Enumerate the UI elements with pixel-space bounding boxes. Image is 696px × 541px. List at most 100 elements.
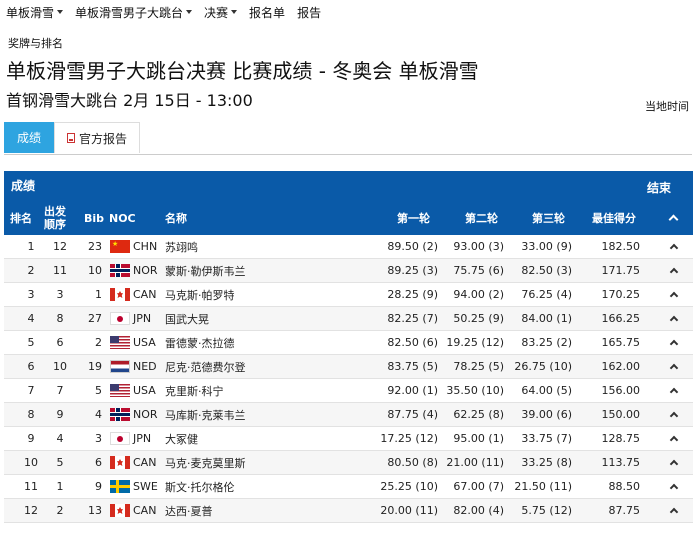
row-expand-button[interactable] <box>668 307 680 330</box>
tab-official-report[interactable]: 官方报告 <box>54 122 140 153</box>
table-row[interactable]: 7 7 5 USA 克里斯·科宁 92.00 (1) 35.50 (10) 64.00 (5)… <box>4 379 693 403</box>
athlete-name[interactable]: 克里斯·科宁 <box>165 379 295 402</box>
row-expand-button[interactable] <box>668 259 680 282</box>
nav-event-dropdown[interactable]: 单板滑雪男子大跳台 <box>75 4 193 20</box>
table-row[interactable]: 5 6 2 USA 雷德蒙·杰拉德 82.50 (6) 19.25 (12) 83.25 (2… <box>4 331 693 355</box>
best-score: 87.75 <box>608 504 641 517</box>
athlete-name[interactable]: 蒙斯·勒伊斯韦兰 <box>165 259 295 282</box>
event-subtitle: 首钢滑雪大跳台 2月 15日 - 13:00 <box>6 91 253 110</box>
athlete-name[interactable]: 马克·麦克莫里斯 <box>165 451 295 474</box>
table-row[interactable]: 3 3 1 CAN 马克斯·帕罗特 28.25 (9) 94.00 (2) 76.25 (4)… <box>4 283 693 307</box>
table-row[interactable]: 10 5 6 CAN 马克·麦克莫里斯 80.50 (8) 21.00 (11) 33.25 … <box>4 451 693 475</box>
tab-bar: 成绩 官方报告 <box>4 122 692 155</box>
flag-nor-icon <box>110 264 130 277</box>
best-score: 156.00 <box>601 384 641 397</box>
run3-score: 5.75 (12) <box>521 504 572 517</box>
noc-cell: JPN <box>133 312 152 325</box>
medals-ranking-link[interactable]: 奖牌与排名 <box>8 35 63 51</box>
flag-can-icon <box>110 456 130 469</box>
noc-cell: CAN <box>133 288 157 301</box>
col-run3[interactable]: 第三轮 <box>532 201 565 235</box>
row-expand-button[interactable] <box>668 379 680 402</box>
results-table: 成绩 结束 排名 出发 顺序 Bib NOC 名称 第一轮 第二轮 第三轮 最佳… <box>4 171 693 523</box>
nav-phase-dropdown[interactable]: 决赛 <box>204 4 238 20</box>
col-bib[interactable]: Bib <box>84 201 104 235</box>
bib-cell: 2 <box>95 336 102 349</box>
athlete-name[interactable]: 马库斯·克莱韦兰 <box>165 403 295 426</box>
best-score: 128.75 <box>601 432 641 445</box>
table-row[interactable]: 6 10 19 NED 尼克·范德费尔登 83.75 (5) 78.25 (5) 26.75 … <box>4 355 693 379</box>
chevron-up-icon <box>669 435 679 445</box>
row-expand-button[interactable] <box>668 331 680 354</box>
nav-entries-link[interactable]: 报名单 <box>249 4 285 20</box>
noc-cell: USA <box>133 336 156 349</box>
row-expand-button[interactable] <box>668 403 680 426</box>
rank-cell: 2 <box>27 264 35 277</box>
noc-cell: USA <box>133 384 156 397</box>
flag-cell <box>110 331 130 354</box>
rank-cell: 12 <box>24 504 38 517</box>
row-expand-button[interactable] <box>668 235 680 258</box>
noc-cell: NOR <box>133 264 158 277</box>
col-rank[interactable]: 排名 <box>10 201 32 235</box>
start-order-cell: 12 <box>53 240 67 253</box>
row-expand-button[interactable] <box>668 355 680 378</box>
flag-cell <box>110 379 130 402</box>
top-nav: 单板滑雪 单板滑雪男子大跳台 决赛 报名单 报告 <box>6 4 321 20</box>
chevron-up-icon <box>669 243 679 253</box>
flag-jpn-icon <box>110 312 130 325</box>
row-expand-button[interactable] <box>668 499 680 522</box>
caret-down-icon <box>231 10 238 14</box>
table-row[interactable]: 12 2 13 CAN 达西·夏普 20.00 (11) 82.00 (4) 5.75 (12… <box>4 499 693 523</box>
caret-down-icon <box>186 10 193 14</box>
athlete-name[interactable]: 大冢健 <box>165 427 295 450</box>
athlete-name[interactable]: 尼克·范德费尔登 <box>165 355 295 378</box>
athlete-name[interactable]: 苏翊鸣 <box>165 235 295 258</box>
col-run1[interactable]: 第一轮 <box>397 201 430 235</box>
chevron-up-icon <box>669 363 679 373</box>
flag-cell <box>110 499 130 522</box>
run3-score: 82.50 (3) <box>521 264 572 277</box>
flag-can-icon <box>110 504 130 517</box>
row-expand-button[interactable] <box>668 283 680 306</box>
col-start-order[interactable]: 出发 顺序 <box>44 201 66 235</box>
best-score: 171.75 <box>601 264 641 277</box>
row-expand-button[interactable] <box>668 475 680 498</box>
athlete-name[interactable]: 达西·夏普 <box>165 499 295 522</box>
table-row[interactable]: 2 11 10 NOR 蒙斯·勒伊斯韦兰 89.25 (3) 75.75 (6) 82.50 … <box>4 259 693 283</box>
table-row[interactable]: 9 4 3 JPN 大冢健 17.25 (12) 95.00 (1) 33.75 (7) 128… <box>4 427 693 451</box>
chevron-up-icon <box>669 291 679 301</box>
athlete-name[interactable]: 斯文·托尔格伦 <box>165 475 295 498</box>
row-expand-button[interactable] <box>668 427 680 450</box>
athlete-name[interactable]: 雷德蒙·杰拉德 <box>165 331 295 354</box>
collapse-all-button[interactable] <box>668 201 680 235</box>
best-score: 166.25 <box>601 312 641 325</box>
row-expand-button[interactable] <box>668 451 680 474</box>
run3-score: 33.75 (7) <box>521 432 572 445</box>
col-noc[interactable]: NOC <box>109 201 136 235</box>
best-score: 165.75 <box>601 336 641 349</box>
run3-score: 83.25 (2) <box>521 336 572 349</box>
nav-sport-dropdown[interactable]: 单板滑雪 <box>6 4 64 20</box>
chevron-up-icon <box>669 315 679 325</box>
flag-can-icon <box>110 288 130 301</box>
athlete-name[interactable]: 国武大晃 <box>165 307 295 330</box>
tab-results[interactable]: 成绩 <box>4 122 54 153</box>
flag-chn-icon <box>110 240 130 253</box>
table-row[interactable]: 8 9 4 NOR 马库斯·克莱韦兰 87.75 (4) 62.25 (8) 39.00 (6… <box>4 403 693 427</box>
start-order-cell: 3 <box>56 288 64 301</box>
athlete-name[interactable]: 马克斯·帕罗特 <box>165 283 295 306</box>
bib-cell: 1 <box>95 288 102 301</box>
col-run2[interactable]: 第二轮 <box>465 201 498 235</box>
nav-reports-link[interactable]: 报告 <box>297 4 321 20</box>
flag-nor-icon <box>110 408 130 421</box>
table-row[interactable]: 11223CHN苏翊鸣89.50 (2)93.00 (3)33.00 (9)18… <box>4 235 693 259</box>
table-row[interactable]: 11 1 9 SWE 斯文·托尔格伦 25.25 (10) 67.00 (7) 21.50 (… <box>4 475 693 499</box>
bib-cell: 27 <box>88 312 102 325</box>
best-score: 113.75 <box>601 456 641 469</box>
col-name[interactable]: 名称 <box>165 201 187 235</box>
bib-cell: 13 <box>88 504 102 517</box>
bib-cell: 6 <box>95 456 102 469</box>
table-row[interactable]: 4 8 27 JPN 国武大晃 82.25 (7) 50.25 (9) 84.00 (1) 16… <box>4 307 693 331</box>
col-best-score[interactable]: 最佳得分 <box>592 201 636 235</box>
